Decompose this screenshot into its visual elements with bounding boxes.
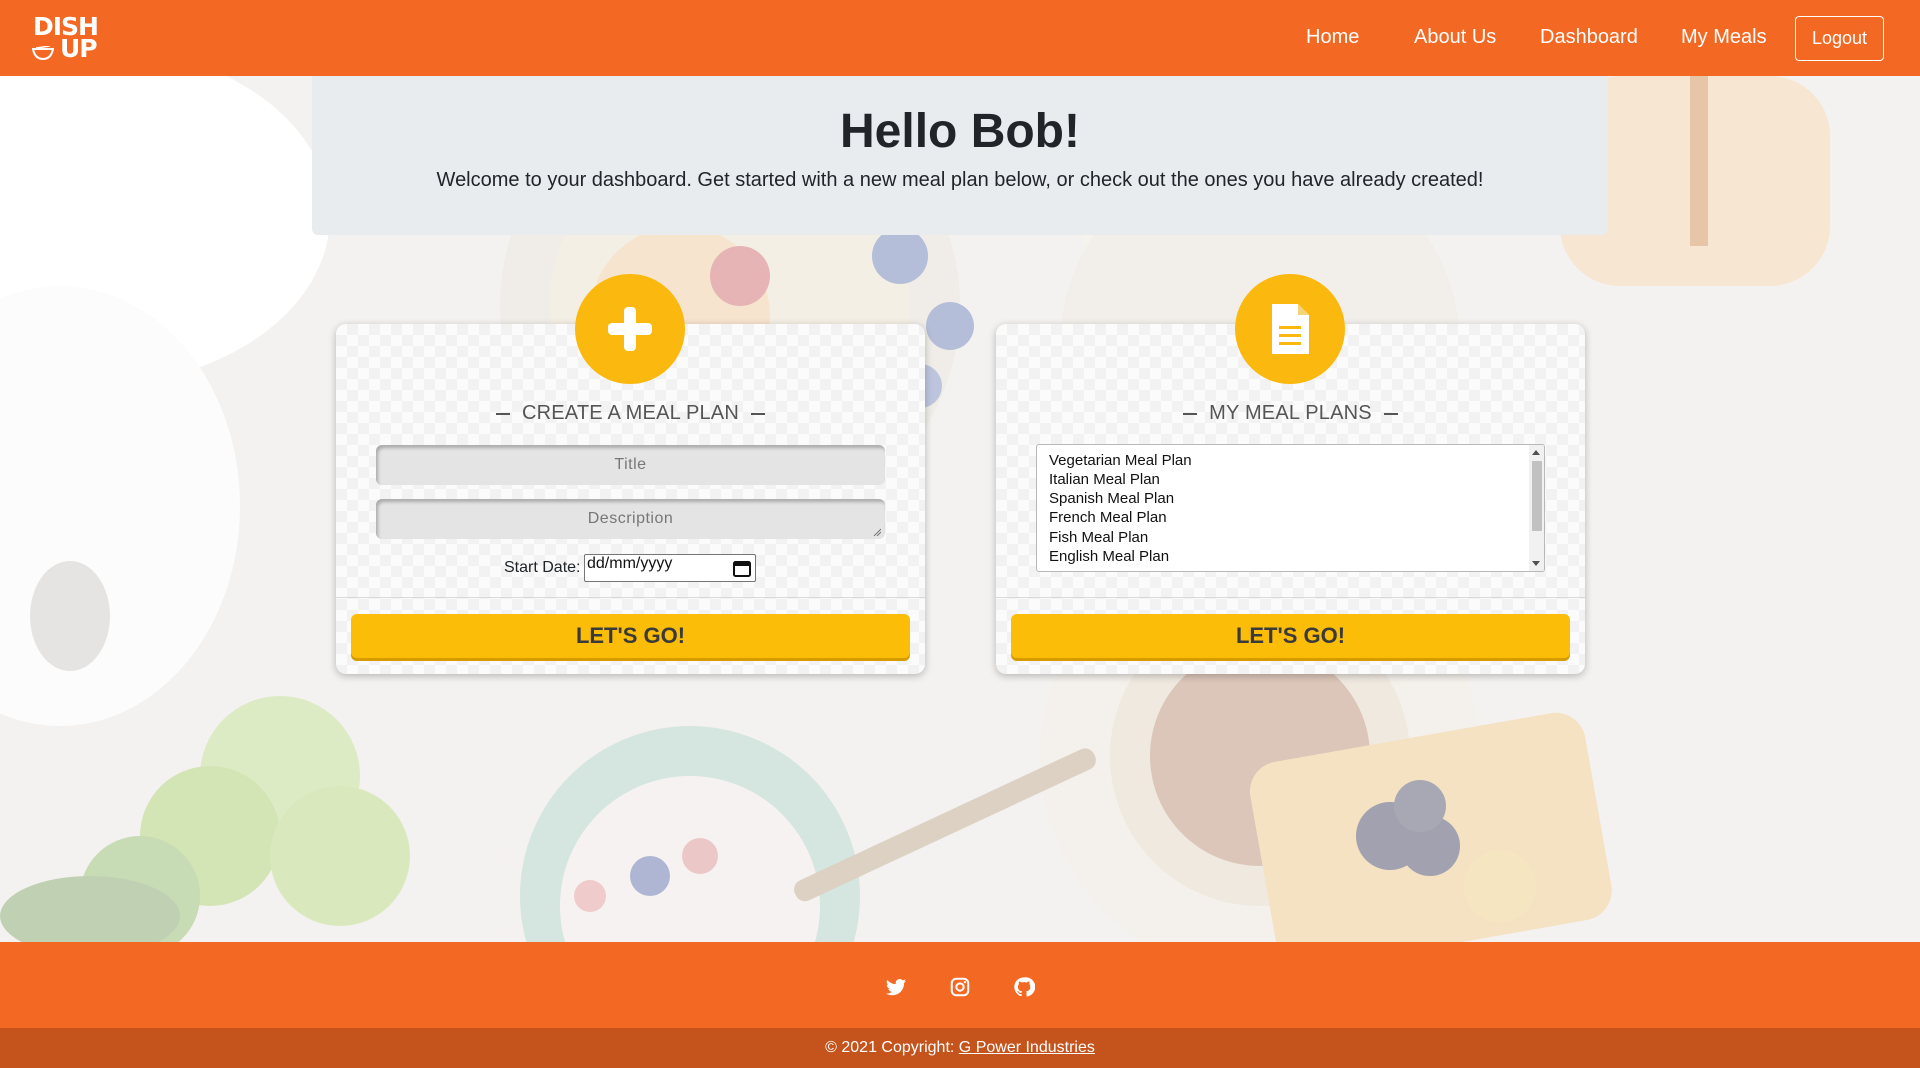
list-item[interactable]: English Meal Plan	[1049, 548, 1169, 565]
create-lets-go-button[interactable]: LET'S GO!	[351, 614, 910, 658]
list-item[interactable]: French Meal Plan	[1049, 509, 1167, 526]
nav-link-my-meals[interactable]: My Meals	[1681, 26, 1767, 49]
scroll-thumb[interactable]	[1532, 461, 1542, 531]
copyright-link[interactable]: G Power Industries	[959, 1039, 1095, 1056]
twitter-icon[interactable]	[885, 976, 907, 998]
create-card-title: CREATE A MEAL PLAN	[336, 402, 925, 425]
create-card-title-text: CREATE A MEAL PLAN	[521, 402, 739, 424]
nav-link-dashboard[interactable]: Dashboard	[1540, 26, 1638, 49]
github-icon[interactable]	[1013, 976, 1035, 998]
start-date-value: dd/mm/yyyy	[587, 555, 673, 572]
document-icon-circle	[1235, 274, 1345, 384]
meal-plans-listbox[interactable]: Vegetarian Meal Plan Italian Meal Plan S…	[1036, 444, 1545, 572]
title-dash-right	[751, 412, 765, 415]
bowl-icon	[32, 46, 54, 60]
welcome-panel: Hello Bob! Welcome to your dashboard. Ge…	[312, 76, 1608, 235]
copyright-bar: © 2021 Copyright: G Power Industries	[0, 1028, 1920, 1068]
list-item[interactable]: Fish Meal Plan	[1049, 529, 1148, 546]
plans-lets-go-button[interactable]: LET'S GO!	[1011, 614, 1570, 658]
list-item[interactable]: Vegetarian Meal Plan	[1049, 452, 1192, 469]
logo-text-bottom: UP	[60, 34, 98, 63]
instagram-icon[interactable]	[949, 976, 971, 998]
welcome-text: Welcome to your dashboard. Get started w…	[436, 169, 1484, 191]
title-dash-right	[1383, 412, 1398, 415]
list-item[interactable]: Italian Meal Plan	[1049, 471, 1160, 488]
navbar: DISH UP Home About Us Dashboard My Meals…	[0, 0, 1920, 76]
plans-card-title: MY MEAL PLANS	[996, 402, 1585, 425]
copyright-text: © 2021 Copyright:	[825, 1039, 955, 1056]
title-dash-left	[1183, 412, 1198, 415]
welcome-heading: Hello Bob!	[840, 105, 1080, 158]
card-divider	[996, 597, 1585, 598]
list-item[interactable]: Spanish Meal Plan	[1049, 490, 1174, 507]
document-icon	[1272, 304, 1309, 354]
resize-handle-icon[interactable]	[873, 528, 881, 536]
start-date-input[interactable]: dd/mm/yyyy	[584, 554, 756, 582]
footer	[0, 942, 1920, 1028]
title-input[interactable]	[376, 445, 885, 485]
card-divider	[336, 597, 925, 598]
scroll-up-arrow-icon[interactable]	[1532, 450, 1540, 455]
nav-link-about-us[interactable]: About Us	[1414, 26, 1496, 49]
logout-button[interactable]: Logout	[1795, 16, 1884, 61]
title-dash-left	[495, 412, 510, 415]
dish-up-logo[interactable]: DISH UP	[30, 14, 100, 64]
plus-icon	[608, 307, 652, 351]
scroll-down-arrow-icon[interactable]	[1532, 561, 1540, 566]
start-date-label: Start Date:	[504, 559, 581, 576]
plus-icon-circle	[575, 274, 685, 384]
plans-card-title-text: MY MEAL PLANS	[1209, 402, 1372, 424]
listbox-scrollbar[interactable]	[1529, 445, 1544, 571]
nav-link-home[interactable]: Home	[1306, 26, 1359, 49]
description-input[interactable]	[376, 499, 885, 539]
calendar-icon[interactable]	[733, 560, 751, 577]
